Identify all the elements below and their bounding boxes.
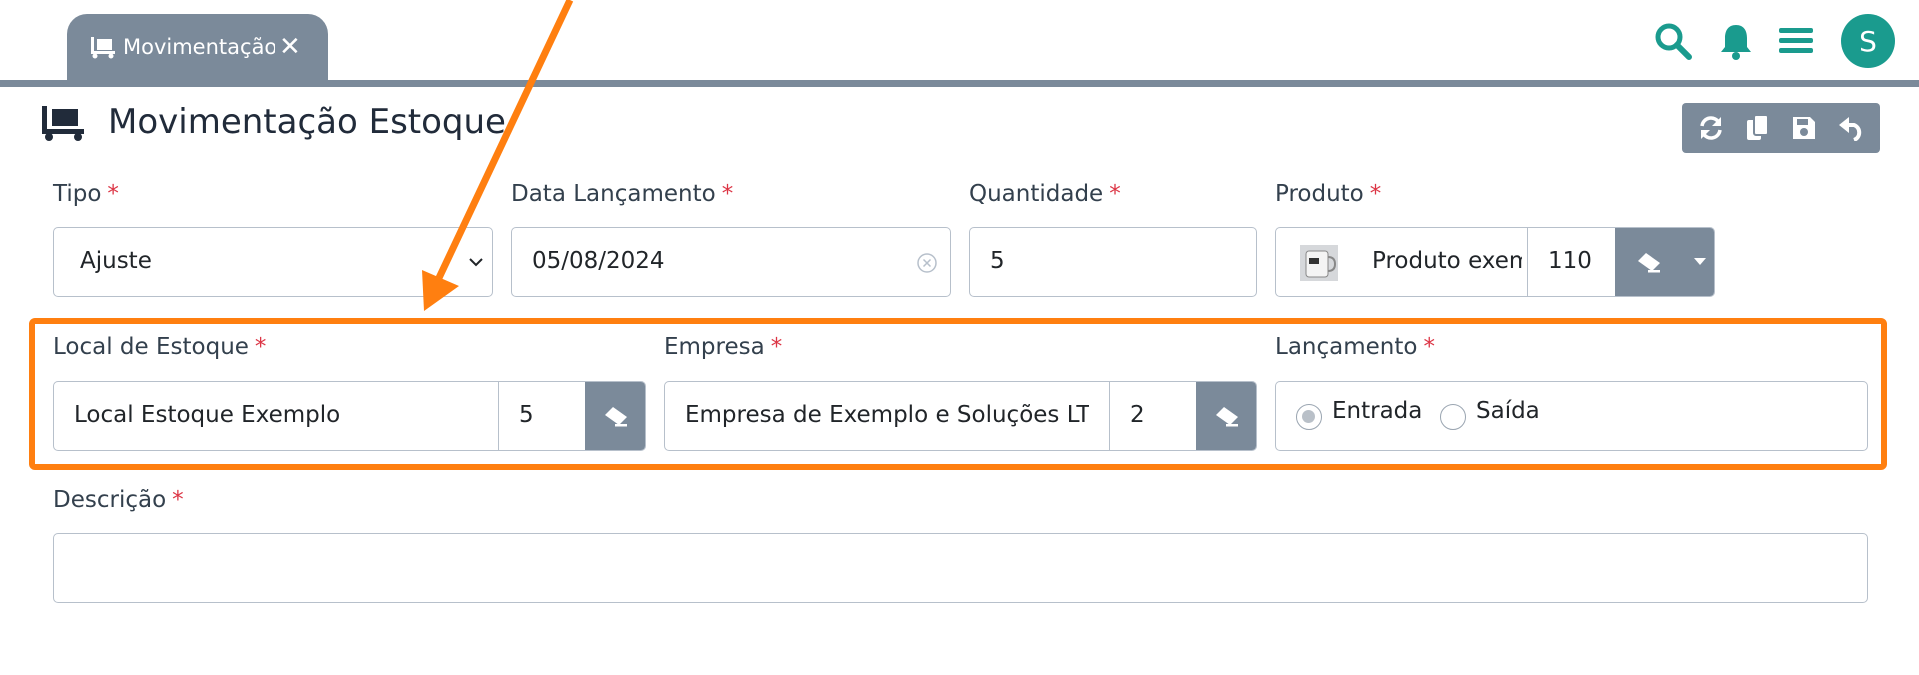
local-estoque-code: 5 [519, 402, 534, 428]
empresa-lookup[interactable]: Empresa de Exemplo e Soluções LTDA 2 [664, 381, 1257, 451]
eraser-icon [1216, 407, 1238, 427]
radio-entrada-label[interactable]: Entrada [1332, 398, 1422, 424]
radio-entrada[interactable] [1296, 404, 1322, 430]
lancamento-label: Lançamento * [1275, 334, 1435, 360]
descricao-label: Descrição * [53, 487, 184, 513]
empresa-code: 2 [1130, 402, 1145, 428]
radio-saida-label[interactable]: Saída [1476, 398, 1540, 424]
local-estoque-code-field[interactable]: 5 [498, 382, 585, 450]
empresa-name: Empresa de Exemplo e Soluções LTDA [685, 402, 1089, 428]
eraser-icon [605, 407, 627, 427]
local-estoque-label: Local de Estoque * [53, 334, 267, 360]
local-estoque-clear-button[interactable] [585, 382, 645, 450]
empresa-clear-button[interactable] [1196, 382, 1256, 450]
empresa-label: Empresa * [664, 334, 783, 360]
radio-saida[interactable] [1440, 404, 1466, 430]
local-estoque-lookup[interactable]: Local Estoque Exemplo 5 [53, 381, 646, 451]
empresa-code-field[interactable]: 2 [1109, 382, 1196, 450]
local-estoque-name: Local Estoque Exemplo [74, 402, 341, 428]
descricao-input[interactable] [53, 533, 1868, 603]
lancamento-radio-group: Entrada Saída [1275, 381, 1868, 451]
